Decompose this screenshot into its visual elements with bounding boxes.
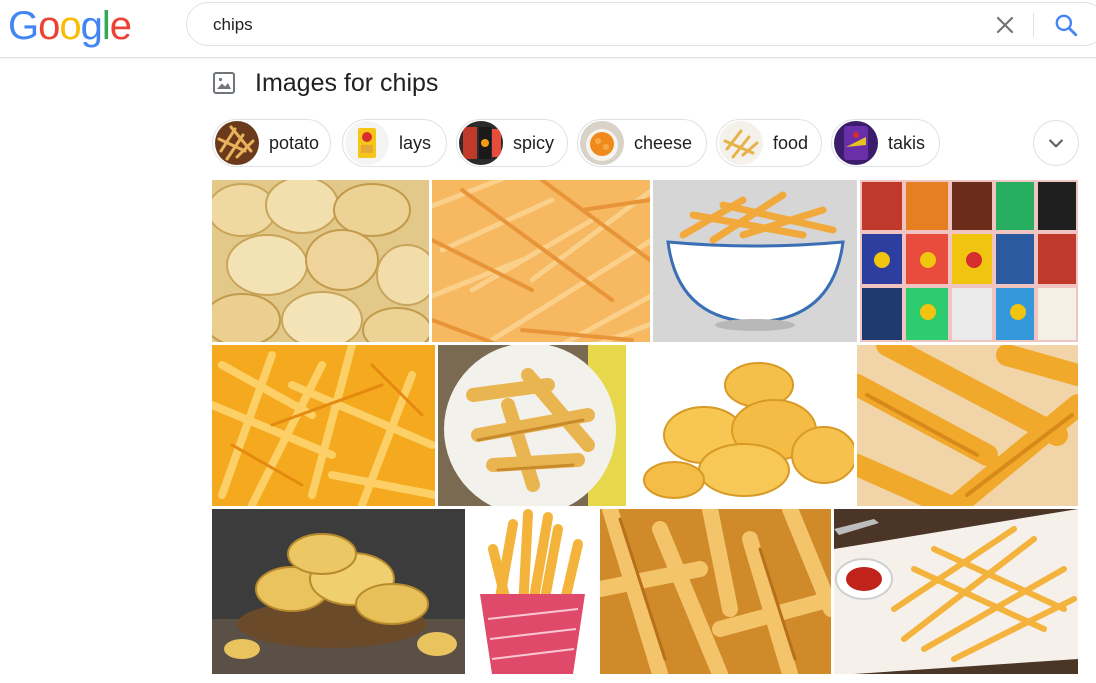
chip-thumbnail (215, 121, 259, 165)
chips-bowl-image (212, 509, 465, 674)
logo-letter: l (101, 4, 111, 48)
logo-letter: e (109, 4, 132, 48)
search-divider (1033, 13, 1034, 37)
chip-potato[interactable]: potato (212, 119, 331, 167)
chip-thumbnail (459, 121, 503, 165)
fries-cup-image (468, 509, 597, 674)
chip-bags-image (860, 180, 1078, 342)
shoestring-fries-image (432, 180, 650, 342)
logo-letter: g (80, 4, 103, 48)
chevron-down-icon (1049, 139, 1063, 148)
crispy-fries-image (600, 509, 831, 674)
chip-lays[interactable]: lays (342, 119, 447, 167)
chip-label: takis (888, 132, 926, 153)
images-section-header: Images for chips (212, 66, 438, 100)
chip-thumbnail (719, 121, 763, 165)
chip-thumbnail (580, 121, 624, 165)
chip-thumbnail (834, 121, 878, 165)
chip-thumbnail (345, 121, 389, 165)
search-box[interactable] (186, 2, 1096, 46)
image-result[interactable] (468, 509, 597, 674)
search-input[interactable] (213, 13, 913, 37)
chip-cheese[interactable]: cheese (577, 119, 707, 167)
chip-label: cheese (634, 132, 693, 153)
chip-label: lays (399, 132, 432, 153)
image-result[interactable] (860, 180, 1078, 342)
close-icon (996, 16, 1014, 34)
chip-spicy[interactable]: spicy (456, 119, 568, 167)
logo-letter: G (8, 4, 39, 48)
image-result[interactable] (432, 180, 650, 342)
chip-food[interactable]: food (716, 119, 822, 167)
fries-ketchup-image (834, 509, 1078, 674)
image-result[interactable] (629, 345, 854, 506)
thick-fries-image (857, 345, 1078, 506)
potato-chips-image (212, 180, 429, 342)
search-icon (1055, 14, 1078, 37)
image-icon (213, 72, 235, 94)
google-logo[interactable]: Google (8, 4, 132, 48)
logo-letter: o (59, 4, 81, 48)
images-section-title: Images for chips (255, 68, 439, 97)
chip-label: spicy (513, 132, 555, 153)
image-result[interactable] (212, 345, 435, 506)
image-result[interactable] (212, 509, 465, 674)
chip-takis[interactable]: takis (831, 119, 940, 167)
stacked-chips-image (629, 345, 854, 506)
image-result[interactable] (834, 509, 1078, 674)
clear-search-button[interactable] (993, 13, 1017, 37)
fries-bowl-image (653, 180, 857, 342)
chip-label: food (773, 132, 809, 153)
header-bar: Google (0, 0, 1096, 58)
image-result[interactable] (212, 180, 429, 342)
image-result[interactable] (857, 345, 1078, 506)
image-result[interactable] (600, 509, 831, 674)
image-results-grid (212, 180, 1078, 674)
image-result[interactable] (653, 180, 857, 342)
logo-letter: o (38, 4, 60, 48)
golden-fries-image (212, 345, 435, 506)
image-result[interactable] (438, 345, 626, 506)
fries-plate-image (438, 345, 626, 506)
search-button[interactable] (1053, 12, 1079, 38)
expand-chips-button[interactable] (1033, 120, 1079, 166)
chip-label: potato (269, 132, 320, 153)
